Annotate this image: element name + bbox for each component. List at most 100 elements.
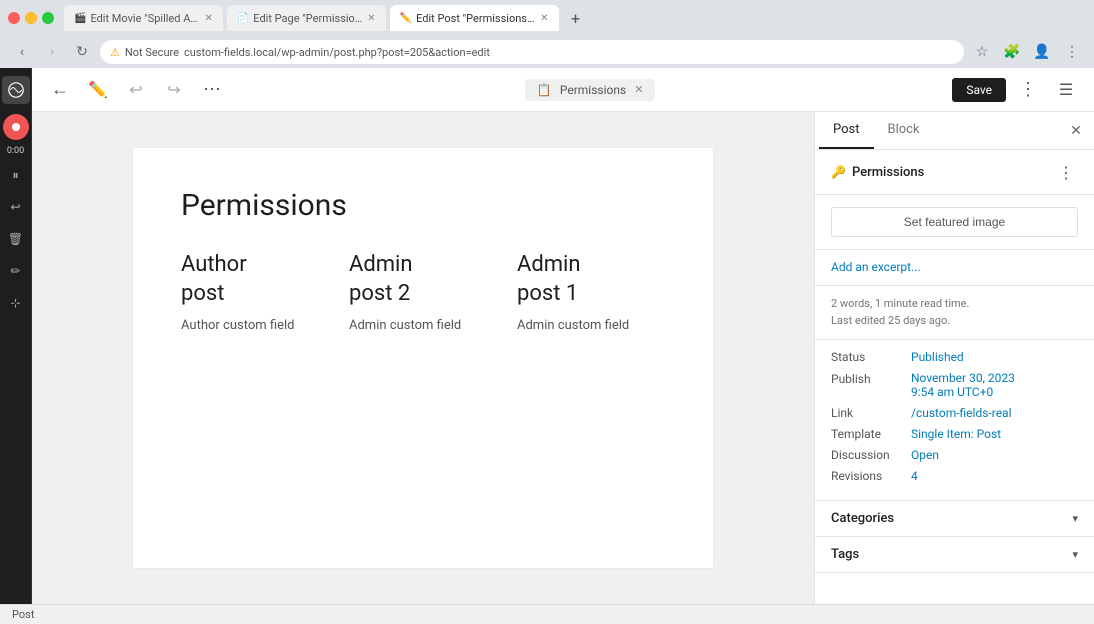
template-label: Template — [831, 427, 911, 441]
details-section: Status Published Publish November 30, 20… — [815, 340, 1094, 501]
tools-icon[interactable]: ✏️ — [82, 74, 114, 106]
column-1-text: Author custom field — [181, 318, 329, 333]
preview-label: Permissions — [560, 83, 626, 97]
editor-topbar: ← ✏️ ↩ ↪ ⋯ 📋 Permissions ✕ Save ⋮ ☰ — [32, 68, 1094, 112]
undo-icon[interactable]: ↩ — [120, 74, 152, 106]
tab-favicon: 📄 — [237, 13, 249, 24]
status-value[interactable]: Published — [911, 350, 964, 364]
post-content: Permissions Author post Author custom fi… — [133, 148, 713, 568]
record-button[interactable] — [3, 114, 29, 140]
tab-label: Edit Post "Permissions" × cu... — [416, 12, 536, 25]
browser-tab[interactable]: 📄 Edit Page "Permissions" × ... ✕ — [227, 5, 386, 31]
column-2: Admin post 2 Admin custom field — [349, 251, 497, 333]
tags-label: Tags — [831, 547, 859, 562]
redo-icon[interactable]: ↪ — [158, 74, 190, 106]
security-label: Not Secure — [125, 46, 179, 59]
browser-menu-icon[interactable]: ⋮ — [1060, 40, 1084, 64]
win-close-btn[interactable] — [8, 12, 20, 24]
permissions-section: 🔑 Permissions ⋮ — [815, 150, 1094, 195]
add-excerpt-link[interactable]: Add an excerpt... — [831, 260, 921, 274]
columns-block: Author post Author custom field Admin po… — [181, 251, 665, 333]
set-featured-image-btn[interactable]: Set featured image — [831, 207, 1078, 237]
permissions-label: Permissions — [852, 165, 924, 180]
bookmark-icon[interactable]: ☆ — [970, 40, 994, 64]
column-3-text: Admin custom field — [517, 318, 665, 333]
win-min-btn[interactable] — [25, 12, 37, 24]
pause-btn[interactable]: ⏸ — [3, 162, 29, 188]
categories-chevron-icon: ▾ — [1072, 512, 1078, 525]
record-icon — [12, 123, 20, 131]
column-1: Author post Author custom field — [181, 251, 329, 333]
sidebar-close-btn[interactable]: ✕ — [1062, 117, 1090, 145]
profile-icon[interactable]: 👤 — [1030, 40, 1054, 64]
publish-row: Publish November 30, 2023 9:54 am UTC+0 — [831, 371, 1078, 399]
tab-label: Edit Movie "Spilled Away"... — [90, 12, 200, 25]
status-label: Post — [12, 608, 34, 621]
column-2-heading: Admin post 2 — [349, 251, 497, 308]
featured-image-section: Set featured image — [815, 195, 1094, 250]
categories-accordion[interactable]: Categories ▾ — [815, 501, 1094, 537]
recording-panel: 0:00 ⏸ ↩ 🗑 ✏ ⊹ — [0, 68, 32, 604]
wp-logo-icon — [8, 82, 24, 98]
template-row: Template Single Item: Post — [831, 427, 1078, 441]
delete-btn[interactable]: 🗑 — [3, 226, 29, 252]
link-row: Link /custom-fields-real — [831, 406, 1078, 420]
url-bar[interactable]: ⚠ Not Secure custom-fields.local/wp-admi… — [100, 40, 964, 64]
win-max-btn[interactable] — [42, 12, 54, 24]
publish-value[interactable]: November 30, 2023 9:54 am UTC+0 — [911, 371, 1015, 399]
tab-favicon: ✏️ — [400, 13, 412, 24]
link-label: Link — [831, 406, 911, 420]
status-label: Status — [831, 350, 911, 364]
grid-btn[interactable]: ⊹ — [3, 290, 29, 316]
tab-post[interactable]: Post — [819, 112, 874, 149]
tab-block[interactable]: Block — [874, 112, 934, 149]
browser-tab-active[interactable]: ✏️ Edit Post "Permissions" × cu... ✕ — [390, 5, 559, 31]
column-1-heading: Author post — [181, 251, 329, 308]
topbar-settings-icon[interactable]: ☰ — [1050, 74, 1082, 106]
browser-tab[interactable]: 🎬 Edit Movie "Spilled Away"... ✕ — [64, 5, 223, 31]
publish-label: Publish — [831, 371, 911, 386]
preview-close-icon[interactable]: ✕ — [634, 83, 643, 96]
new-tab-btn[interactable]: + — [563, 5, 589, 31]
revisions-label: Revisions — [831, 469, 911, 483]
status-bar: Post — [0, 604, 1094, 624]
discussion-value[interactable]: Open — [911, 448, 939, 462]
meta-section: 2 words, 1 minute read time. Last edited… — [815, 286, 1094, 340]
save-button[interactable]: Save — [952, 78, 1006, 102]
undo-btn[interactable]: ↩ — [3, 194, 29, 220]
tags-accordion[interactable]: Tags ▾ — [815, 537, 1094, 573]
back-btn[interactable]: ← — [44, 74, 76, 106]
tags-chevron-icon: ▾ — [1072, 548, 1078, 561]
nav-reload-btn[interactable]: ↻ — [70, 40, 94, 64]
editor-canvas: Permissions Author post Author custom fi… — [32, 112, 814, 604]
tab-close-icon[interactable]: ✕ — [367, 13, 375, 24]
url-bar-row: ‹ › ↻ ⚠ Not Secure custom-fields.local/w… — [0, 36, 1094, 68]
permissions-icon: 🔑 — [831, 165, 846, 179]
tab-favicon: 🎬 — [74, 13, 86, 24]
revisions-value[interactable]: 4 — [911, 469, 918, 483]
tab-close-icon[interactable]: ✕ — [204, 13, 212, 24]
url-text: custom-fields.local/wp-admin/post.php?po… — [184, 46, 490, 59]
topbar-options-icon[interactable]: ⋮ — [1012, 74, 1044, 106]
template-value[interactable]: Single Item: Post — [911, 427, 1001, 441]
right-sidebar: Post Block ✕ 🔑 Permissions ⋮ Set feature… — [814, 112, 1094, 604]
tab-label: Edit Page "Permissions" × ... — [253, 12, 363, 25]
link-value[interactable]: /custom-fields-real — [911, 406, 1012, 420]
edit-btn[interactable]: ✏ — [3, 258, 29, 284]
nav-back-btn[interactable]: ‹ — [10, 40, 34, 64]
wp-logo[interactable] — [2, 76, 30, 104]
excerpt-section: Add an excerpt... — [815, 250, 1094, 286]
revisions-row: Revisions 4 — [831, 469, 1078, 483]
column-3: Admin post 1 Admin custom field — [517, 251, 665, 333]
browser-chrome: 🎬 Edit Movie "Spilled Away"... ✕ 📄 Edit … — [0, 0, 1094, 36]
meta-edited: Last edited 25 days ago. — [831, 313, 1078, 330]
record-time: 0:00 — [7, 146, 24, 156]
more-icon[interactable]: ⋯ — [196, 74, 228, 106]
extensions-icon[interactable]: 🧩 — [1000, 40, 1024, 64]
permissions-options-btn[interactable]: ⋮ — [1054, 160, 1078, 184]
discussion-row: Discussion Open — [831, 448, 1078, 462]
tab-close-icon[interactable]: ✕ — [540, 13, 548, 24]
nav-forward-btn[interactable]: › — [40, 40, 64, 64]
window-controls — [8, 12, 54, 24]
meta-words: 2 words, 1 minute read time. — [831, 296, 1078, 313]
